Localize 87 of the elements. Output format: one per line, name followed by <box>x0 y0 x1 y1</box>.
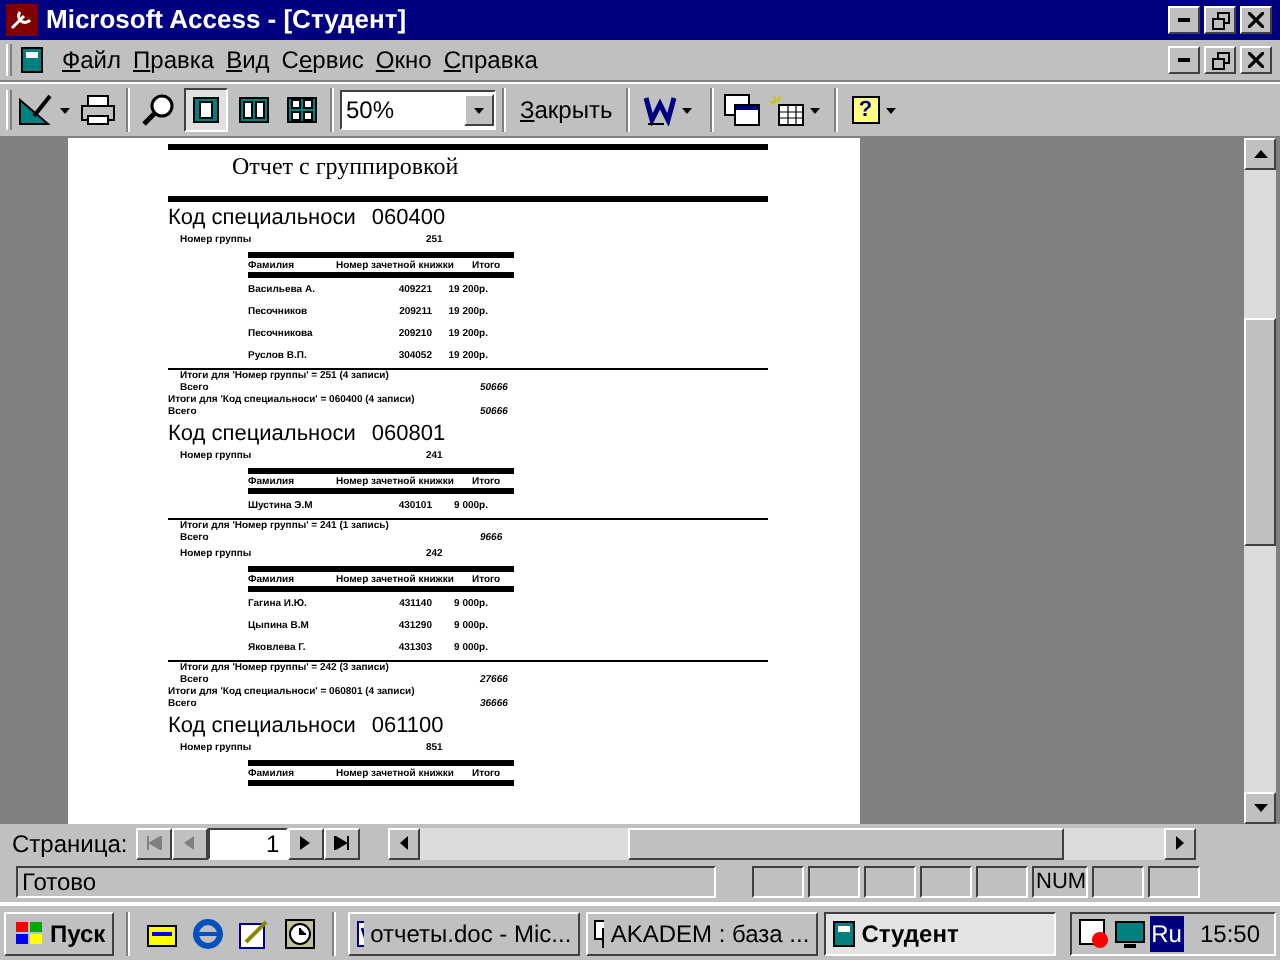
start-button[interactable]: Пуск <box>4 911 114 955</box>
status-panel <box>752 866 804 898</box>
restore-button[interactable] <box>1204 46 1236 74</box>
taskbar-button[interactable]: AKADEM : база ... <box>585 911 818 955</box>
last-page-icon <box>333 836 350 850</box>
right-triangle-icon <box>300 836 311 850</box>
report-title: Отчет с группировкой <box>232 150 459 184</box>
status-panel <box>976 866 1028 898</box>
num-lock-indicator: NUM <box>1032 866 1088 898</box>
close-icon <box>1248 12 1264 28</box>
status-panel <box>1148 866 1200 898</box>
magnifier-icon <box>140 92 176 128</box>
minimize-button[interactable] <box>1168 6 1200 34</box>
close-icon <box>1248 52 1264 68</box>
triangle-ruler-icon <box>16 92 55 128</box>
page-number-field[interactable]: 1 <box>207 827 288 859</box>
caret-icon <box>885 107 896 113</box>
scheduler-icon <box>1077 917 1110 949</box>
section-label: Код специальноси <box>168 203 356 234</box>
first-page-icon <box>145 836 162 850</box>
menu-item[interactable]: Сервис <box>275 42 370 78</box>
last-page-button[interactable] <box>323 827 360 859</box>
page-label: Страница: <box>12 827 128 861</box>
help-icon: ? <box>851 96 880 124</box>
first-page-button[interactable] <box>135 827 172 859</box>
up-arrow-icon <box>1253 150 1267 158</box>
scroll-thumb[interactable] <box>627 827 1064 859</box>
dropdown-caret-icon <box>474 107 484 113</box>
report-icon <box>831 919 856 947</box>
status-panel <box>808 866 860 898</box>
section-label: Код специальноси <box>168 711 356 742</box>
scroll-thumb[interactable] <box>1244 318 1276 546</box>
status-text: Готово <box>16 866 716 898</box>
right-arrow-icon <box>1175 836 1184 850</box>
vertical-scrollbar[interactable] <box>1244 138 1276 824</box>
key-icon <box>6 4 38 36</box>
windows-logo-icon <box>12 919 44 947</box>
printer-icon <box>80 94 116 126</box>
one-page-button[interactable] <box>184 88 228 132</box>
menu-item[interactable]: Правка <box>127 42 221 78</box>
menu-item[interactable]: Окно <box>369 42 438 78</box>
minimize-icon <box>1178 18 1190 22</box>
window-title: Microsoft Access - [Студент] <box>46 2 409 39</box>
minimize-button[interactable] <box>1168 46 1200 74</box>
report-icon <box>20 46 44 74</box>
status-panel <box>864 866 916 898</box>
clock-icon[interactable] <box>279 913 320 953</box>
restore-icon <box>1211 51 1229 69</box>
zoom-combo[interactable]: 50% <box>340 90 496 130</box>
caret-icon <box>60 107 70 113</box>
menu-item[interactable]: Файл <box>56 42 128 78</box>
left-triangle-icon <box>184 836 195 850</box>
restore-icon <box>1211 11 1229 29</box>
two-pages-icon <box>238 96 270 124</box>
section-label: Код специальноси <box>168 419 356 450</box>
menu-item[interactable]: Справка <box>437 42 544 78</box>
down-arrow-icon <box>1253 804 1267 812</box>
monitor-icon <box>1113 917 1146 949</box>
caret-icon <box>809 107 820 113</box>
close-preview-button[interactable]: Закрыть <box>512 88 621 132</box>
database-window-button[interactable] <box>720 88 765 132</box>
caret-icon <box>681 107 692 113</box>
section-code: 060801 <box>371 419 446 450</box>
browser-icon[interactable] <box>187 913 228 953</box>
status-panel <box>1092 866 1144 898</box>
previous-page-button[interactable] <box>171 827 208 859</box>
minimize-icon <box>1178 58 1190 62</box>
help-button[interactable]: ? <box>844 88 909 132</box>
one-page-icon <box>192 96 220 124</box>
section-code: 061100 <box>371 711 444 742</box>
close-button[interactable] <box>1240 6 1272 34</box>
clock-time: 15:50 <box>1199 917 1260 951</box>
next-page-button[interactable] <box>287 827 324 859</box>
close-button[interactable] <box>1240 46 1272 74</box>
four-pages-icon <box>286 96 318 124</box>
taskbar-button[interactable]: отчеты.doc - Mic... <box>347 911 580 955</box>
w-letter-icon <box>643 94 676 126</box>
sparkle-table-icon <box>767 94 804 126</box>
menu-item[interactable]: Вид <box>220 42 276 78</box>
taskbar-button[interactable]: Студент <box>823 911 1056 955</box>
status-panel <box>920 866 972 898</box>
horizontal-scrollbar[interactable] <box>387 827 1196 859</box>
section-code: 060400 <box>371 203 446 234</box>
language-indicator[interactable]: Ru <box>1149 915 1184 951</box>
restore-button[interactable] <box>1204 6 1236 34</box>
windows-icon <box>724 94 761 126</box>
left-arrow-icon <box>399 836 408 850</box>
